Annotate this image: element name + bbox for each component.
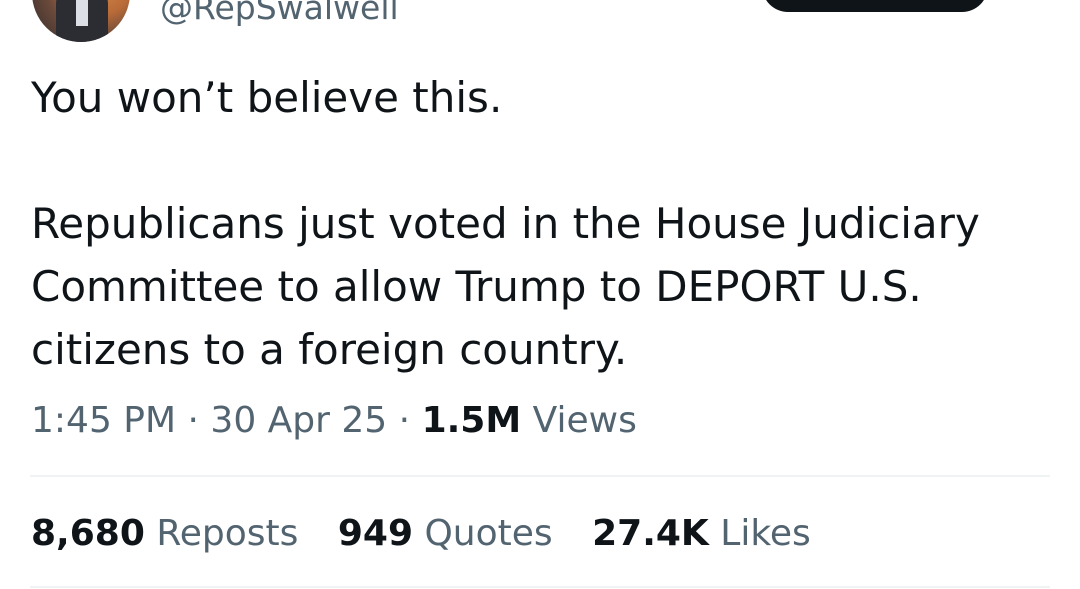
tweet-text: You won’t believe this. Republicans just… <box>31 66 1051 381</box>
tweet-paragraph-1: You won’t believe this. <box>31 73 503 122</box>
likes-label: Likes <box>720 513 811 554</box>
quotes-stat[interactable]: 949 Quotes <box>338 511 553 557</box>
tweet-date[interactable]: 30 Apr 25 <box>210 400 387 441</box>
reposts-stat[interactable]: 8,680 Reposts <box>31 511 298 557</box>
reposts-label: Reposts <box>156 513 299 554</box>
divider <box>30 475 1050 477</box>
author-avatar[interactable] <box>32 0 130 42</box>
meta-separator: · <box>187 400 199 441</box>
divider <box>30 586 1050 588</box>
views-label: Views <box>532 400 637 441</box>
tweet-meta: 1:45 PM · 30 Apr 25 · 1.5M Views <box>31 398 637 444</box>
reposts-count: 8,680 <box>31 513 145 554</box>
meta-separator: · <box>398 400 411 441</box>
quotes-label: Quotes <box>424 513 553 554</box>
avatar-shirt-shape <box>76 0 88 26</box>
tweet-paragraph-2: Republicans just voted in the House Judi… <box>31 199 980 374</box>
likes-count: 27.4K <box>592 513 709 554</box>
follow-button[interactable] <box>762 0 988 12</box>
tweet-time[interactable]: 1:45 PM <box>31 400 176 441</box>
engagement-stats: 8,680 Reposts 949 Quotes 27.4K Likes <box>31 511 839 557</box>
quotes-count: 949 <box>337 513 413 554</box>
likes-stat[interactable]: 27.4K Likes <box>592 511 811 557</box>
views-count: 1.5M <box>421 400 522 441</box>
author-handle[interactable]: @RepSwalwell <box>160 0 399 28</box>
